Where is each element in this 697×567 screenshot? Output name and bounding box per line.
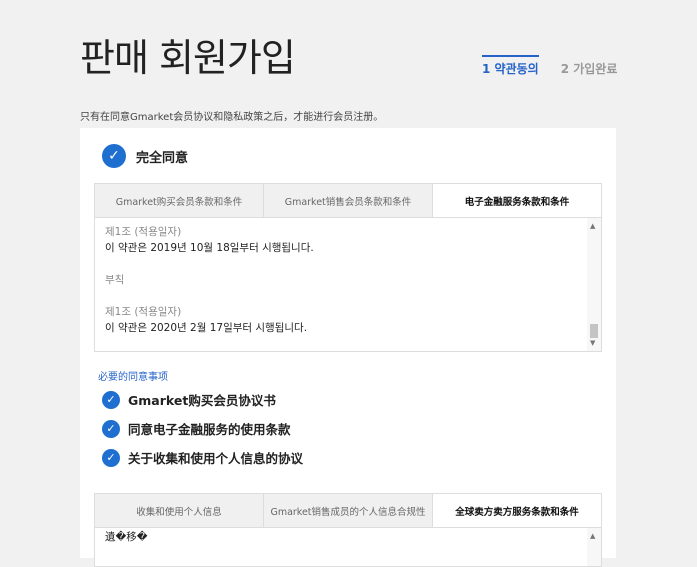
- signup-notice: 只有在同意Gmarket会员协议和隐私政策之后，才能进行会员注册。: [80, 112, 384, 123]
- consent-label: 同意电子金融服务的使用条款: [128, 422, 291, 437]
- scroll-up-icon[interactable]: ▲: [590, 222, 595, 230]
- check-icon: ✓: [102, 419, 120, 438]
- step-signup-complete: 2 가입완료: [560, 62, 618, 76]
- privacy-scrollbar[interactable]: ▲: [587, 528, 601, 566]
- consent-label: 关于收集和使用个人信息的协议: [128, 451, 304, 466]
- consent-efinance-terms[interactable]: ✓ 同意电子金融服务的使用条款: [102, 419, 291, 438]
- privacy-content-box[interactable]: 遺�移� ▲: [94, 527, 602, 567]
- required-consent-title: 必要的同意事项: [98, 372, 168, 383]
- check-icon: ✓: [102, 390, 120, 409]
- tab-buyer-terms[interactable]: Gmarket购买会员条款和条件: [95, 184, 264, 217]
- agree-all-label: 完全同意: [136, 150, 189, 166]
- agree-all-checkbox[interactable]: ✓ 完全同意: [102, 144, 188, 168]
- tab-seller-terms[interactable]: Gmarket销售会员条款和条件: [264, 184, 433, 217]
- terms-text: 제1조 (적용일자) 이 약관은 2019년 10월 18일부터 시행됩니다. …: [95, 218, 601, 336]
- terms-content-box[interactable]: 제1조 (적용일자) 이 약관은 2019년 10월 18일부터 시행됩니다. …: [94, 217, 602, 352]
- article-title: 제1조 (적용일자): [105, 226, 182, 238]
- privacy-text: 遺�移�: [95, 528, 601, 545]
- scroll-up-icon[interactable]: ▲: [590, 532, 595, 540]
- check-icon: ✓: [102, 144, 126, 168]
- article-text: 이 약관은 2019년 10월 18일부터 시행됩니다.: [105, 242, 314, 254]
- terms-panel: ✓ 完全同意 Gmarket购买会员条款和条件 Gmarket销售会员条款和条件…: [80, 128, 616, 567]
- tab-efinance-terms[interactable]: 电子金融服务条款和条件: [433, 184, 601, 217]
- tab-personal-info-collection[interactable]: 收集和使用个人信息: [95, 494, 264, 527]
- supplement-heading: 부칙: [105, 274, 125, 286]
- consent-personal-info[interactable]: ✓ 关于收集和使用个人信息的协议: [102, 448, 303, 467]
- terms-tabs: Gmarket购买会员条款和条件 Gmarket销售会员条款和条件 电子金融服务…: [94, 183, 602, 217]
- scroll-down-icon[interactable]: ▼: [590, 339, 595, 347]
- article-title: 제1조 (적용일자): [105, 306, 182, 318]
- consent-buyer-agreement[interactable]: ✓ Gmarket购买会员协议书: [102, 390, 276, 409]
- scroll-thumb[interactable]: [590, 324, 598, 338]
- signup-steps: 1 약관동의 2 가입완료: [482, 55, 618, 81]
- page-title: 판매 회원가입: [80, 36, 296, 80]
- check-icon: ✓: [102, 448, 120, 467]
- step-terms-agreement: 1 약관동의: [482, 55, 539, 81]
- privacy-tabs: 收集和使用个人信息 Gmarket销售成员的个人信息合规性 全球卖方卖方服务条款…: [94, 493, 602, 527]
- article-text: 이 약관은 2020년 2월 17일부터 시행됩니다.: [105, 322, 308, 334]
- terms-scrollbar[interactable]: ▲ ▼: [587, 218, 601, 351]
- tab-global-seller-terms[interactable]: 全球卖方卖方服务条款和条件: [433, 494, 601, 527]
- consent-label: Gmarket购买会员协议书: [128, 393, 276, 408]
- tab-seller-privacy-compliance[interactable]: Gmarket销售成员的个人信息合规性: [264, 494, 433, 527]
